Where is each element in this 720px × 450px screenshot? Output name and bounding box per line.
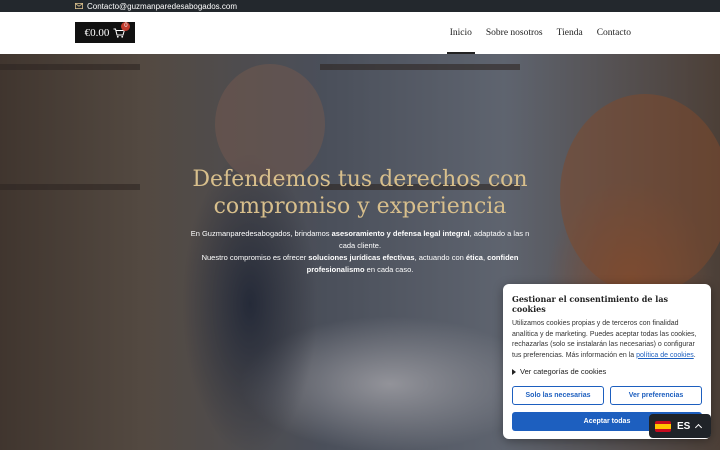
cookie-consent-body: Utilizamos cookies propias y de terceros… xyxy=(512,319,702,361)
only-necessary-button[interactable]: Solo las necesarias xyxy=(512,386,604,405)
hero-headline-line1: Defendemos tus derechos con xyxy=(192,167,528,192)
contact-email-text: Contacto@guzmanparedesabogados.com xyxy=(87,1,237,11)
menu-item-contacto[interactable]: Contacto xyxy=(590,12,638,54)
menu-item-sobre-nosotros[interactable]: Sobre nosotros xyxy=(479,12,550,54)
hero-intro: En Guzmanparedesabogados, brindamos ases… xyxy=(160,228,560,276)
main-menu: Inicio Sobre nosotros Tienda Contacto xyxy=(443,12,638,54)
language-code: ES xyxy=(677,420,691,432)
intro-bold: profesionalismo xyxy=(306,265,365,274)
cart-count-badge: 0 xyxy=(121,21,131,31)
menu-item-inicio[interactable]: Inicio xyxy=(443,12,479,54)
hero-headline: Defendemos tus derechos con compromiso y… xyxy=(150,166,570,220)
intro-bold: ética xyxy=(465,253,483,262)
spain-flag-icon xyxy=(655,420,671,432)
hero-headline-line2: compromiso y experiencia xyxy=(213,194,507,219)
menu-item-tienda[interactable]: Tienda xyxy=(550,12,590,54)
intro-bold: soluciones jurídicas efectivas xyxy=(308,253,415,262)
intro-paragraph-2: Nuestro compromiso es ofrecer soluciones… xyxy=(160,252,560,264)
cookie-button-row: Solo las necesarias Ver preferencias xyxy=(512,386,702,405)
cookie-categories-toggle[interactable]: Ver categorías de cookies xyxy=(512,367,702,376)
view-preferences-button[interactable]: Ver preferencias xyxy=(610,386,702,405)
cart-button[interactable]: €0.00 0 xyxy=(75,21,135,43)
intro-paragraph-2-end: profesionalismo en cada caso. xyxy=(160,264,560,276)
cookie-consent-text-end: . xyxy=(693,351,696,359)
intro-bold: asesoramiento y defensa legal integral xyxy=(331,229,470,238)
main-header: €0.00 0 Inicio Sobre nosotros Tienda Con… xyxy=(0,12,720,54)
top-bar: Contacto@guzmanparedesabogados.com xyxy=(0,0,720,12)
intro-text: en cada caso. xyxy=(364,265,414,274)
intro-text: Nuestro compromiso es ofrecer xyxy=(201,253,309,262)
intro-text: , adaptado a las n xyxy=(469,229,530,238)
cookie-categories-label: Ver categorías de cookies xyxy=(520,367,607,376)
intro-text: En Guzmanparedesabogados, brindamos xyxy=(190,229,332,238)
cart-icon: 0 xyxy=(113,21,131,38)
contact-email-link[interactable]: Contacto@guzmanparedesabogados.com xyxy=(75,0,237,12)
intro-paragraph-1: En Guzmanparedesabogados, brindamos ases… xyxy=(160,228,560,240)
cookie-policy-link[interactable]: política de cookies xyxy=(636,352,694,359)
chevron-up-icon xyxy=(695,423,703,432)
intro-text: , actuando con xyxy=(414,253,466,262)
intro-bold: confiden xyxy=(487,253,519,262)
envelope-icon xyxy=(75,3,83,9)
language-switcher[interactable]: ES xyxy=(649,414,711,438)
disclosure-triangle-icon xyxy=(512,368,516,375)
cookie-consent-title: Gestionar el consentimiento de las cooki… xyxy=(512,294,668,314)
intro-paragraph-1-end: cada cliente. xyxy=(338,241,382,250)
cart-total: €0.00 xyxy=(84,26,110,39)
